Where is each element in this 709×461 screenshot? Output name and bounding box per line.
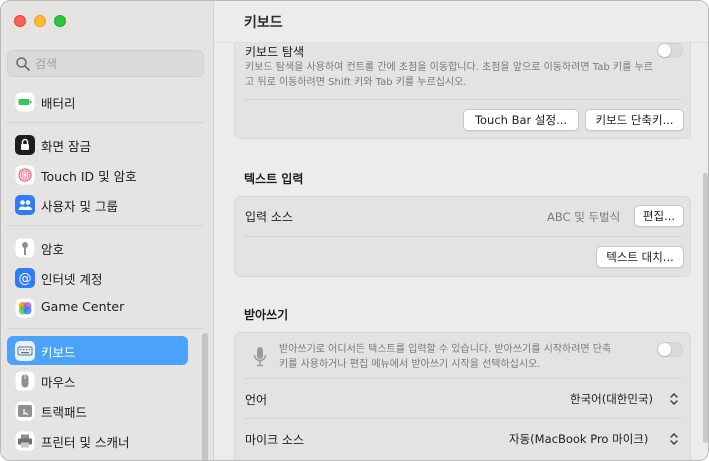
- sidebar-divider: [7, 122, 204, 123]
- text-replacements-button[interactable]: 텍스트 대치...: [596, 246, 684, 268]
- keyboard-icon: [15, 341, 35, 361]
- page-title: 키보드: [244, 15, 283, 31]
- text-input-section-title: 텍스트 입력: [244, 172, 304, 186]
- keyboard-navigation-description: 키보드 탐색을 사용하여 컨트롤 간에 초점을 이동합니다. 초점을 앞으로 이…: [245, 62, 653, 88]
- dictation-language-value[interactable]: 한국어(대한민국): [570, 391, 653, 407]
- sidebar-item-label: 화면 잠금: [41, 139, 91, 154]
- close-window-button[interactable]: [14, 15, 26, 27]
- sidebar-item-label: 트랙패드: [41, 405, 88, 420]
- chevron-up-down-icon[interactable]: [667, 390, 681, 408]
- sidebar-item-users-groups[interactable]: 사용자 및 그룹: [7, 190, 188, 219]
- dictation-toggle[interactable]: [657, 342, 683, 357]
- sidebar-item-printers-scanners[interactable]: 프린터 및 스캐너: [7, 426, 188, 455]
- search-icon: [16, 57, 30, 71]
- input-source-value: ABC 및 두벌식: [547, 210, 621, 224]
- sidebar-item-passwords[interactable]: 암호: [7, 233, 188, 262]
- settings-window: 배터리 화면 잠금 Touch ID 및 암호 사용자 및 그룹: [0, 0, 709, 461]
- dictation-card: 받아쓰기로 어디서든 텍스트를 입력할 수 있습니다. 받아쓰기를 시작하려면 …: [234, 332, 691, 460]
- keyboard-navigation-toggle[interactable]: [657, 43, 683, 58]
- sidebar-item-keyboard[interactable]: 키보드: [7, 336, 188, 365]
- edit-input-sources-button[interactable]: 편집...: [634, 205, 684, 227]
- sidebar-item-label: 배터리: [41, 96, 76, 111]
- search-input[interactable]: [35, 54, 195, 74]
- sidebar-item-internet-accounts[interactable]: @ 인터넷 계정: [7, 263, 188, 292]
- sidebar-item-label: 암호: [41, 242, 65, 257]
- main-scrollbar[interactable]: [703, 173, 708, 443]
- main-panel: 키보드 탐색 키보드 탐색을 사용하여 컨트롤 간에 초점을 이동합니다. 초점…: [214, 1, 708, 460]
- input-source-label: 입력 소스: [245, 210, 293, 224]
- sidebar-item-trackpad[interactable]: 트랙패드: [7, 396, 188, 425]
- keyboard-navigation-title: 키보드 탐색: [245, 45, 305, 59]
- game-center-icon: [15, 298, 35, 318]
- microphone-source-label: 마이크 소스: [245, 433, 305, 447]
- sidebar-item-label: Game Center: [41, 299, 125, 314]
- sidebar-item-label: 인터넷 계정: [41, 272, 103, 287]
- minimize-window-button[interactable]: [34, 15, 46, 27]
- main-header: 키보드: [214, 1, 708, 43]
- sidebar-divider: [7, 225, 204, 226]
- microphone-icon: [253, 347, 267, 367]
- sidebar-scrollbar[interactable]: [202, 333, 208, 460]
- svg-text:@: @: [19, 272, 32, 287]
- at-icon: @: [15, 268, 35, 288]
- keyboard-shortcuts-button[interactable]: 키보드 단축키...: [585, 109, 684, 131]
- lock-icon: [15, 135, 35, 155]
- sidebar-divider: [7, 328, 204, 329]
- search-field[interactable]: [7, 50, 204, 77]
- battery-icon: [15, 92, 35, 112]
- dictation-description: 받아쓰기로 어디서든 텍스트를 입력할 수 있습니다. 받아쓰기를 시작하려면 …: [279, 344, 612, 370]
- row-separator: [245, 378, 682, 379]
- sidebar-item-screen-lock[interactable]: 화면 잠금: [7, 130, 188, 159]
- sidebar-item-mouse[interactable]: 마우스: [7, 366, 188, 395]
- row-separator: [245, 99, 682, 100]
- sidebar: 배터리 화면 잠금 Touch ID 및 암호 사용자 및 그룹: [1, 1, 214, 460]
- microphone-source-value[interactable]: 자동(MacBook Pro 마이크): [509, 431, 648, 447]
- printer-icon: [15, 431, 35, 451]
- dictation-language-label: 언어: [245, 393, 268, 407]
- sidebar-item-battery[interactable]: 배터리: [7, 87, 188, 116]
- mouse-icon: [15, 371, 35, 391]
- sidebar-item-label: 키보드: [41, 345, 76, 360]
- sidebar-item-label: 마우스: [41, 375, 76, 390]
- keyboard-navigation-card: 키보드 탐색 키보드 탐색을 사용하여 컨트롤 간에 초점을 이동합니다. 초점…: [234, 31, 691, 139]
- users-icon: [15, 195, 35, 215]
- key-icon: [15, 238, 35, 258]
- dictation-section-title: 받아쓰기: [244, 308, 289, 322]
- sidebar-item-label: 프린터 및 스캐너: [41, 435, 130, 450]
- zoom-window-button[interactable]: [54, 15, 66, 27]
- sidebar-item-touch-id[interactable]: Touch ID 및 암호: [7, 160, 188, 189]
- sidebar-item-label: Touch ID 및 암호: [41, 169, 137, 184]
- fingerprint-icon: [15, 165, 35, 185]
- row-separator: [245, 418, 682, 419]
- trackpad-icon: [15, 401, 35, 421]
- text-input-card: 입력 소스 ABC 및 두벌식 편집... 텍스트 대치...: [234, 196, 691, 277]
- sidebar-item-game-center[interactable]: Game Center: [7, 293, 188, 322]
- chevron-up-down-icon[interactable]: [667, 430, 681, 448]
- touch-bar-settings-button[interactable]: Touch Bar 설정...: [463, 109, 579, 131]
- row-separator: [245, 236, 682, 237]
- sidebar-item-label: 사용자 및 그룹: [41, 199, 118, 214]
